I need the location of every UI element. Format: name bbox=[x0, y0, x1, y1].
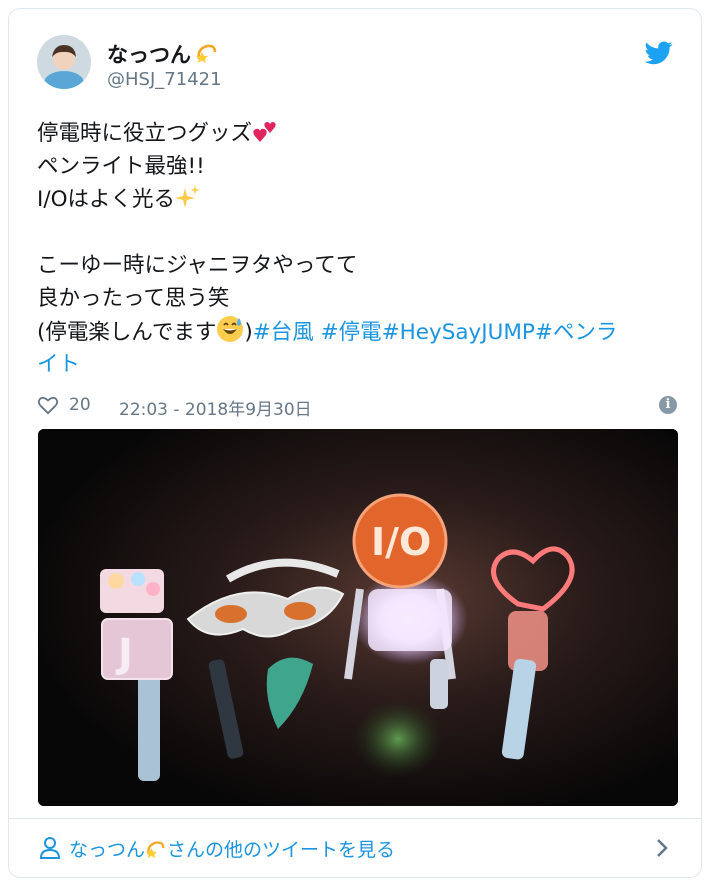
tweet-line-1-text: 停電時に役立つグッズ bbox=[37, 121, 253, 146]
dizzy-emoji-icon-small bbox=[145, 838, 167, 865]
avatar[interactable] bbox=[37, 35, 91, 89]
display-name[interactable]: なっつん bbox=[107, 39, 219, 70]
see-more-tweets-link[interactable]: なっつん さんの他のツイートを見る bbox=[69, 835, 395, 865]
hashtag-blackout[interactable]: #停電 bbox=[321, 320, 382, 345]
user-handle[interactable]: @HSJ_71421 bbox=[107, 69, 222, 90]
like-count[interactable]: 20 bbox=[69, 395, 91, 415]
tweet-text: 停電時に役立つグッズ ペンライト最強!! I/Oはよく光る こーゆー時にジャニヲ… bbox=[37, 117, 677, 381]
see-more-text: さんの他のツイートを見る bbox=[167, 839, 396, 861]
hashtag-typhoon[interactable]: #台風 bbox=[253, 320, 314, 345]
two-hearts-emoji-icon bbox=[252, 118, 278, 154]
tweet-line-2: ペンライト最強!! bbox=[37, 154, 205, 179]
twitter-bird-icon[interactable] bbox=[644, 41, 673, 65]
tweet-meta: 20 22:03 - 2018年9月30日 i bbox=[37, 393, 687, 421]
tweet-timestamp[interactable]: 22:03 - 2018年9月30日 bbox=[119, 395, 312, 420]
tweet-line-3: I/Oはよく光る bbox=[37, 183, 677, 216]
hashtag-penlight-continued[interactable]: イト bbox=[37, 348, 677, 381]
tweet-line-6: 良かったって思う笑 bbox=[37, 286, 230, 311]
tweet-line-3-text: I/Oはよく光る bbox=[37, 187, 176, 212]
svg-text:J: J bbox=[115, 631, 133, 677]
grinning-sweat-emoji-icon bbox=[216, 315, 244, 353]
tweet-line-5: こーゆー時にジャニヲタやってて bbox=[37, 253, 358, 278]
svg-text:I/O: I/O bbox=[371, 520, 431, 564]
tweet-photo[interactable]: J I/O bbox=[38, 429, 678, 806]
person-icon bbox=[39, 836, 61, 860]
tweet-line-7-text: (停電楽しんでます bbox=[37, 320, 217, 345]
sparkles-emoji-icon bbox=[175, 184, 201, 220]
tweet-line-1: 停電時に役立つグッズ bbox=[37, 117, 677, 150]
heart-icon[interactable] bbox=[37, 395, 59, 415]
tweet-footer[interactable]: なっつん さんの他のツイートを見る bbox=[9, 818, 701, 877]
hashtag-penlight[interactable]: #ペンラ bbox=[535, 320, 618, 345]
display-name-text: なっつん bbox=[107, 43, 191, 67]
hashtag-heysayjump[interactable]: #HeySayJUMP bbox=[382, 320, 535, 345]
tweet-header: なっつん @HSJ_71421 bbox=[37, 35, 673, 95]
tweet-card: なっつん @HSJ_71421 停電時に役立つグッズ ペンライト最強!! I/O… bbox=[8, 8, 702, 878]
tweet-line-7: (停電楽しんでます)#台風 #停電#HeySayJUMP#ペンラ bbox=[37, 315, 677, 348]
chevron-right-icon[interactable] bbox=[655, 837, 669, 859]
see-more-user-name: なっつん bbox=[69, 839, 146, 861]
dizzy-emoji-icon bbox=[195, 41, 219, 70]
tweet-line-gap bbox=[37, 216, 677, 249]
info-icon[interactable]: i bbox=[659, 396, 677, 414]
